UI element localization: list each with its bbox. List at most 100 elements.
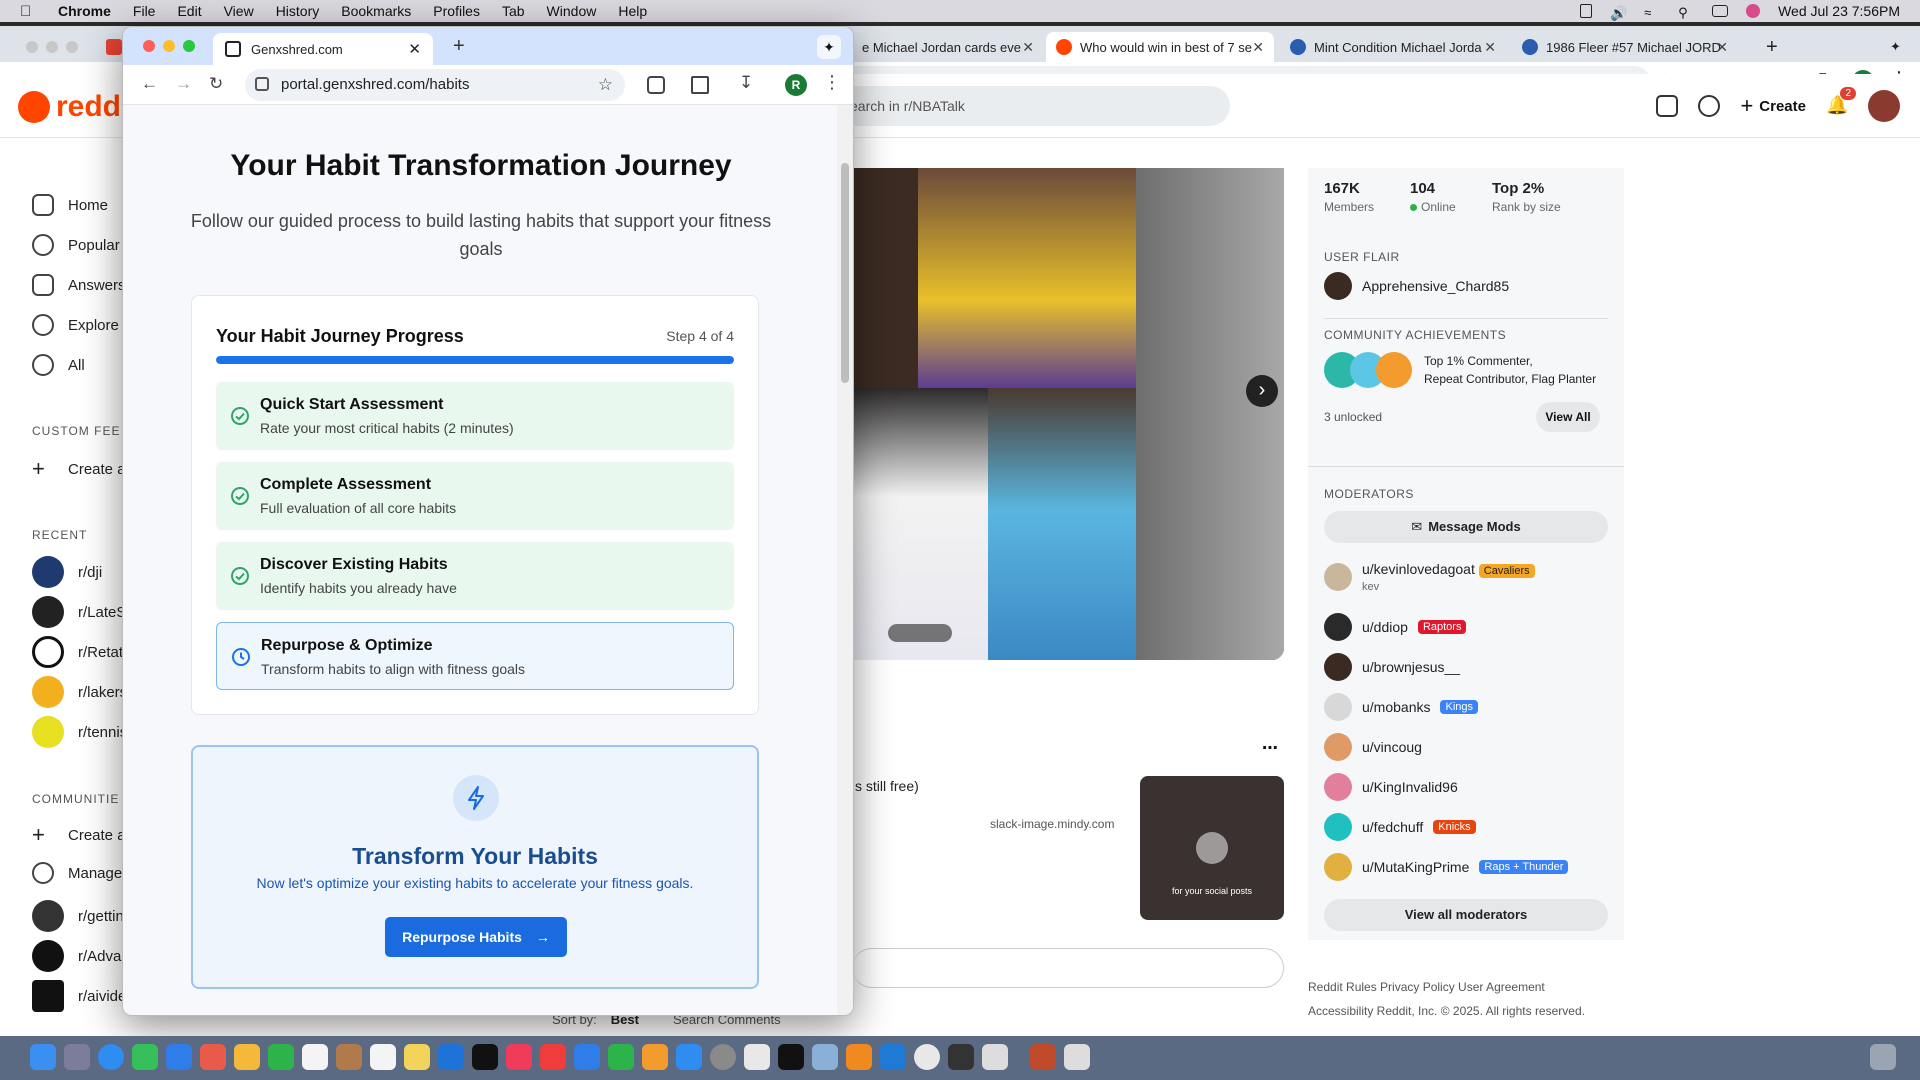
moderator-row[interactable]: u/ddiop Raptors	[1324, 613, 1467, 641]
user-flair-row[interactable]: Apprehensive_Chard85	[1324, 272, 1509, 300]
app-store-icon[interactable]	[676, 1044, 702, 1070]
zoom-dot-icon[interactable]	[66, 41, 78, 53]
manage-communities[interactable]: Manage	[32, 862, 122, 884]
advertise-icon[interactable]	[1656, 95, 1679, 117]
genxshred-tab[interactable]: Genxshred.com ✕	[213, 33, 433, 65]
menu-file[interactable]: File	[133, 3, 156, 19]
post-preview-text[interactable]: s still free)	[855, 778, 919, 794]
recent-tennis[interactable]: r/tennis	[32, 716, 127, 748]
finder-icon[interactable]	[30, 1044, 56, 1070]
vscode-icon[interactable]	[880, 1044, 906, 1070]
maps-icon[interactable]	[200, 1044, 226, 1070]
launchpad-icon[interactable]	[64, 1044, 90, 1070]
messages-icon[interactable]	[132, 1044, 158, 1070]
recent-dji[interactable]: r/dji	[32, 556, 102, 588]
more-options-icon[interactable]: ⋯	[1262, 738, 1278, 758]
post-image-gallery[interactable]	[852, 168, 1284, 660]
video-thumbnail[interactable]: for your social posts	[1140, 776, 1284, 920]
menu-edit[interactable]: Edit	[177, 3, 201, 19]
xcode-icon[interactable]	[744, 1044, 770, 1070]
notifications-bell-icon[interactable]: 🔔 2	[1826, 87, 1856, 117]
recent-latest[interactable]: r/LateSt	[32, 596, 131, 628]
apple-icon[interactable]: 	[20, 3, 38, 20]
site-info-icon[interactable]	[255, 77, 269, 91]
close-dot-icon[interactable]	[26, 41, 38, 53]
freeform-icon[interactable]	[438, 1044, 464, 1070]
menu-window[interactable]: Window	[547, 3, 597, 19]
create-community[interactable]: + Create a	[32, 822, 126, 848]
battery-icon[interactable]	[1580, 4, 1593, 18]
recent-lakers[interactable]: r/lakers	[32, 676, 127, 708]
zoom-window-icon[interactable]	[183, 40, 195, 52]
recent-retatru[interactable]: r/Retatru	[32, 636, 136, 668]
moderator-row[interactable]: u/brownjesus__	[1324, 653, 1460, 681]
game-icon[interactable]	[982, 1044, 1008, 1070]
nav-answers[interactable]: Answers	[32, 274, 126, 296]
close-window-icon[interactable]	[143, 40, 155, 52]
user-avatar[interactable]	[1868, 90, 1900, 122]
community-getting[interactable]: r/getting	[32, 900, 132, 932]
bookmark-star-icon[interactable]: ☆	[598, 69, 613, 101]
step-repurpose-optimize[interactable]: Repurpose & Optimize Transform habits to…	[216, 622, 734, 690]
menu-tab[interactable]: Tab	[502, 3, 525, 19]
view-all-moderators-button[interactable]: View all moderators	[1324, 899, 1608, 931]
notes-icon[interactable]	[404, 1044, 430, 1070]
post-preview-link[interactable]: slack-image.mindy.com	[990, 817, 1114, 831]
repurpose-habits-button[interactable]: Repurpose Habits →	[385, 917, 567, 957]
nav-explore[interactable]: Explore	[32, 314, 119, 336]
close-icon[interactable]: ✕	[1484, 39, 1496, 56]
minimize-window-icon[interactable]	[163, 40, 175, 52]
create-post-button[interactable]: + Create	[1740, 93, 1806, 119]
system-settings-icon[interactable]	[710, 1044, 736, 1070]
communities-heading[interactable]: COMMUNITIE	[32, 792, 119, 806]
menu-bookmarks[interactable]: Bookmarks	[341, 3, 411, 19]
control-center-icon[interactable]	[1712, 5, 1729, 17]
nav-home[interactable]: Home	[32, 194, 108, 216]
nav-popular[interactable]: Popular	[32, 234, 120, 256]
create-custom-feed[interactable]: + Create a	[32, 456, 126, 482]
chrome-icon[interactable]	[914, 1044, 940, 1070]
moderator-row[interactable]: u/fedchuff Knicks	[1324, 813, 1476, 841]
custom-feeds-heading[interactable]: CUSTOM FEE	[32, 424, 120, 438]
community-aivideo[interactable]: r/aivideo	[32, 980, 135, 1012]
menu-history[interactable]: History	[276, 3, 320, 19]
minimize-dot-icon[interactable]	[46, 41, 58, 53]
volume-icon[interactable]: 🔊	[1610, 5, 1627, 21]
message-mods-button[interactable]: ✉ Message Mods	[1324, 511, 1608, 543]
facetime-icon[interactable]	[268, 1044, 294, 1070]
nav-all[interactable]: All	[32, 354, 85, 376]
contacts-icon[interactable]	[336, 1044, 362, 1070]
preview-icon[interactable]	[812, 1044, 838, 1070]
moderator-row[interactable]: u/kevinlovedagoat Cavaliers kev	[1324, 561, 1535, 593]
file-icon[interactable]	[1064, 1044, 1090, 1070]
trash-icon[interactable]	[1870, 1044, 1896, 1070]
terminal-icon[interactable]	[778, 1044, 804, 1070]
side-panel-icon[interactable]	[691, 76, 709, 94]
recent-heading[interactable]: RECENT	[32, 528, 87, 542]
step-discover-habits[interactable]: Discover Existing Habits Identify habits…	[216, 542, 734, 610]
moderator-row[interactable]: u/vincoug	[1324, 733, 1422, 761]
scrollbar-thumb[interactable]	[841, 163, 849, 383]
reddit-search-input[interactable]: earch in r/NBATalk	[810, 86, 1230, 126]
comment-input[interactable]	[852, 948, 1284, 988]
kebab-menu-icon[interactable]: ⋮	[823, 72, 841, 93]
menu-help[interactable]: Help	[618, 3, 647, 19]
gemini-icon[interactable]: ✦	[817, 35, 841, 59]
moderator-row[interactable]: u/MutaKingPrime Raps + Thunder	[1324, 853, 1569, 881]
close-icon[interactable]: ✕	[408, 40, 421, 58]
close-icon[interactable]: ✕	[1022, 39, 1034, 56]
keynote-icon[interactable]	[574, 1044, 600, 1070]
moderator-row[interactable]: u/mobanks Kings	[1324, 693, 1479, 721]
footer-links-row-2[interactable]: Accessibility Reddit, Inc. © 2025. All r…	[1308, 1004, 1585, 1018]
community-advan[interactable]: r/Advan	[32, 940, 130, 972]
menu-app-name[interactable]: Chrome	[58, 3, 111, 19]
photos-icon[interactable]	[234, 1044, 260, 1070]
bg-tab-2-active[interactable]: Who would win in best of 7 se ✕	[1046, 32, 1274, 62]
siri-icon[interactable]	[1746, 4, 1761, 18]
download-icon[interactable]: ↧	[739, 73, 753, 93]
forward-arrow-icon[interactable]: →	[175, 74, 192, 94]
gemini-icon[interactable]: ✦	[1880, 32, 1910, 62]
bg-tab-3[interactable]: Mint Condition Michael Jorda ✕	[1280, 32, 1506, 62]
calculator-icon[interactable]	[948, 1044, 974, 1070]
music-icon[interactable]	[506, 1044, 532, 1070]
